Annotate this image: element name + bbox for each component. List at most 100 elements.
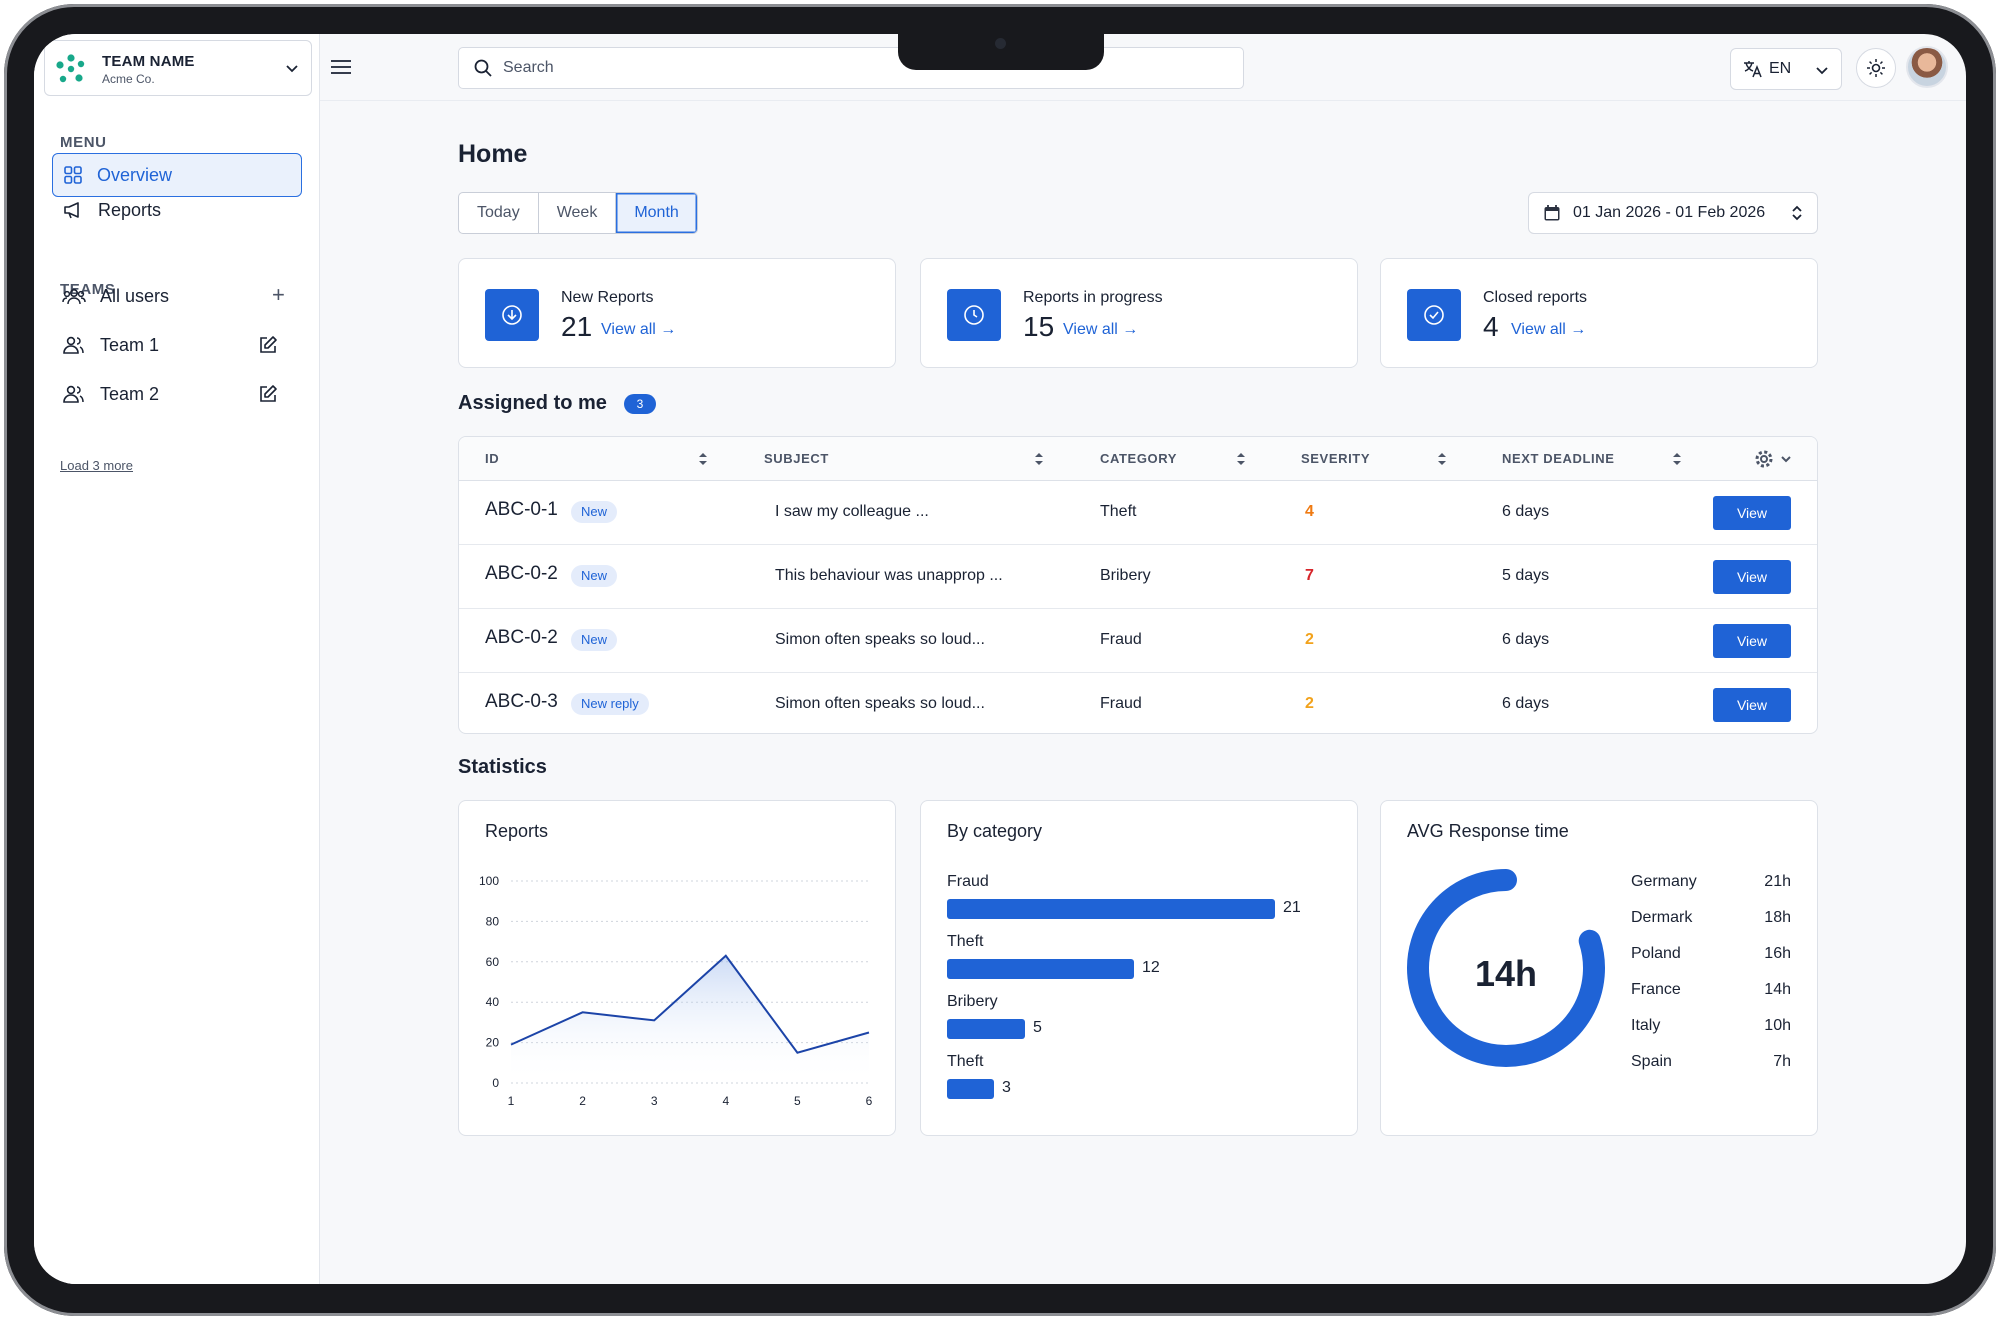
- x-tick-label: 5: [794, 1094, 801, 1108]
- clock-icon: [947, 289, 1001, 341]
- period-option-today[interactable]: Today: [459, 193, 539, 233]
- card-title: AVG Response time: [1407, 821, 1569, 841]
- search-placeholder: Search: [503, 59, 554, 76]
- date-range-picker[interactable]: 01 Jan 2026 - 01 Feb 2026: [1528, 192, 1818, 234]
- table-row[interactable]: ABC-0-2 New Simon often speaks so loud..…: [459, 609, 1817, 673]
- country-response-time: 10h: [1764, 1017, 1791, 1034]
- period-option-week[interactable]: Week: [539, 193, 617, 233]
- kpi-value: 21: [561, 311, 593, 342]
- assigned-count-badge: 3: [624, 394, 656, 414]
- sidebar-item-team-1[interactable]: Team 1: [52, 323, 302, 367]
- category-value: 12: [1142, 959, 1160, 976]
- kpi-label: Reports in progress: [1023, 289, 1163, 306]
- menu-section-label: MENU: [60, 134, 107, 151]
- country-response-time: 21h: [1764, 873, 1791, 890]
- chevron-down-icon: [1816, 67, 1828, 75]
- column-header-id[interactable]: ID: [485, 451, 499, 466]
- sort-icon[interactable]: [1436, 450, 1448, 468]
- sidebar: TEAM NAME Acme Co. MENU Overview Reports…: [34, 34, 320, 1284]
- assigned-title: Assigned to me: [458, 392, 607, 414]
- team-switcher[interactable]: TEAM NAME Acme Co.: [44, 40, 312, 96]
- category-chart-card: By category Fraud 21 Theft 12 Bribery 5 Theft 3: [920, 800, 1358, 1136]
- language-selector[interactable]: EN: [1730, 48, 1842, 90]
- sidebar-item-all-users[interactable]: All users: [52, 274, 302, 318]
- x-tick-label: 3: [651, 1094, 658, 1108]
- load-more-link[interactable]: Load 3 more: [60, 458, 133, 473]
- team-name: TEAM NAME: [102, 53, 195, 70]
- y-tick-label: 80: [486, 914, 500, 928]
- period-selector: Today Week Month: [458, 192, 698, 234]
- user-avatar[interactable]: [1906, 46, 1948, 88]
- view-report-button[interactable]: View: [1713, 560, 1791, 594]
- view-all-link[interactable]: View all →: [1511, 321, 1586, 339]
- category-bar: [947, 1019, 1025, 1039]
- team-logo-icon: [56, 54, 85, 83]
- response-time-value: 14h: [1474, 953, 1538, 994]
- sidebar-item-team-2[interactable]: Team 2: [52, 372, 302, 416]
- sort-icon[interactable]: [1235, 450, 1247, 468]
- y-tick-label: 0: [492, 1076, 499, 1090]
- column-header-subject[interactable]: SUBJECT: [764, 451, 829, 466]
- users-group-icon: [62, 288, 86, 305]
- translate-icon: [1744, 61, 1762, 78]
- category-value: 5: [1033, 1019, 1042, 1036]
- period-option-month[interactable]: Month: [616, 193, 697, 233]
- report-severity: 2: [1305, 631, 1314, 648]
- country-response-time: 14h: [1764, 981, 1791, 998]
- category-value: 21: [1283, 899, 1301, 916]
- y-tick-label: 40: [486, 995, 500, 1009]
- reports-line-chart: 0 20 40 60 80 100 1 2 3 4 5 6: [479, 874, 873, 1108]
- page-title: Home: [458, 140, 528, 168]
- sort-icon[interactable]: [1671, 450, 1683, 468]
- sidebar-item-label: Overview: [97, 164, 173, 185]
- kpi-card-new-reports: New Reports 21 View all →: [458, 258, 896, 368]
- reports-chart-card: Reports 0 20 40 60 80 100 1 2 3 4 5 6: [458, 800, 896, 1136]
- table-settings-icon[interactable]: [1753, 448, 1795, 470]
- sun-icon: [1867, 59, 1885, 77]
- category-label: Theft: [947, 933, 984, 950]
- country-name: Dermark: [1631, 909, 1693, 926]
- kpi-value: 15: [1023, 311, 1055, 342]
- report-subject: I saw my colleague ...: [775, 503, 929, 520]
- view-report-button[interactable]: View: [1713, 496, 1791, 530]
- report-deadline: 6 days: [1502, 631, 1550, 648]
- table-row[interactable]: ABC-0-1 New I saw my colleague ... Theft…: [459, 481, 1817, 545]
- assigned-table: ID SUBJECT CATEGORY SEVERITY NEXT DEADLI…: [458, 436, 1818, 734]
- country-name: Poland: [1631, 945, 1681, 962]
- column-header-category[interactable]: CATEGORY: [1100, 451, 1177, 466]
- kpi-card-closed: Closed reports 4 View all →: [1380, 258, 1818, 368]
- view-report-button[interactable]: View: [1713, 624, 1791, 658]
- report-id: ABC-0-3: [485, 691, 558, 712]
- x-tick-label: 2: [579, 1094, 586, 1108]
- sidebar-item-label: Reports: [98, 199, 162, 220]
- megaphone-icon: [64, 202, 79, 219]
- kpi-card-in-progress: Reports in progress 15 View all →: [920, 258, 1358, 368]
- category-label: Fraud: [947, 873, 989, 890]
- status-badge: New: [571, 629, 618, 651]
- report-subject: Simon often speaks so loud...: [775, 631, 985, 648]
- theme-toggle-button[interactable]: [1856, 48, 1896, 88]
- edit-icon[interactable]: [258, 335, 278, 355]
- column-header-severity[interactable]: SEVERITY: [1301, 451, 1370, 466]
- report-id: ABC-0-2: [485, 627, 558, 648]
- edit-icon[interactable]: [258, 384, 278, 404]
- sort-icon[interactable]: [697, 450, 709, 468]
- report-category: Fraud: [1100, 631, 1142, 648]
- country-response-time: 18h: [1764, 909, 1791, 926]
- view-report-button[interactable]: View: [1713, 688, 1791, 722]
- language-code: EN: [1769, 60, 1792, 77]
- view-all-link[interactable]: View all →: [601, 321, 676, 339]
- kpi-label: Closed reports: [1483, 289, 1588, 306]
- table-row[interactable]: ABC-0-3 New reply Simon often speaks so …: [459, 673, 1817, 733]
- category-label: Bribery: [947, 993, 998, 1010]
- status-badge: New: [571, 565, 618, 587]
- search-input[interactable]: Search: [458, 47, 1244, 89]
- sidebar-item-reports[interactable]: Reports: [52, 188, 302, 232]
- sort-icon[interactable]: [1033, 450, 1045, 468]
- hamburger-menu-icon[interactable]: [330, 58, 352, 76]
- column-header-next-deadline[interactable]: NEXT DEADLINE: [1502, 451, 1615, 466]
- table-row[interactable]: ABC-0-2 New This behaviour was unapprop …: [459, 545, 1817, 609]
- view-all-link[interactable]: View all →: [1063, 321, 1138, 339]
- report-category: Bribery: [1100, 567, 1151, 584]
- status-badge: New: [571, 501, 618, 523]
